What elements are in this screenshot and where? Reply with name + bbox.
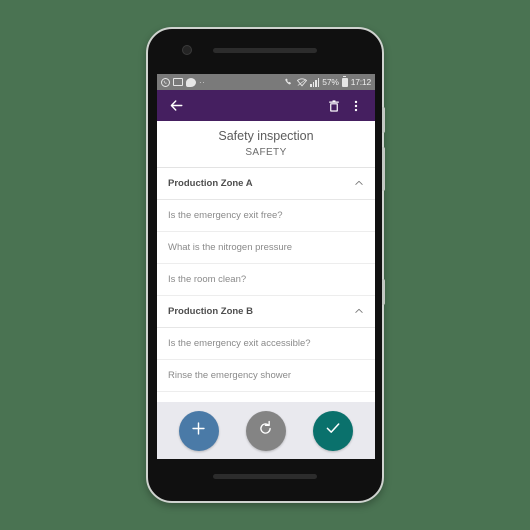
- bottom-action-bar: [157, 402, 375, 459]
- phone-device: ·· 57% 17:12 Safety inspection SAFETY Pr…: [146, 27, 385, 503]
- group-header-zone-a[interactable]: Production Zone A: [157, 167, 375, 200]
- list-item-label: Is the room clean?: [168, 273, 247, 285]
- trash-icon[interactable]: [323, 95, 345, 117]
- list-item-label: What is the nitrogen pressure: [168, 241, 293, 253]
- list-item[interactable]: Rinse the emergency shower: [157, 359, 375, 392]
- list-item[interactable]: Is the emergency exit free?: [157, 199, 375, 232]
- list-item-label: Is the emergency exit accessible?: [168, 337, 311, 349]
- group-header-zone-b[interactable]: Production Zone B: [157, 295, 375, 328]
- confirm-button[interactable]: [313, 410, 354, 451]
- front-camera: [182, 45, 192, 55]
- back-arrow-icon[interactable]: [165, 95, 187, 117]
- bottom-speaker-grille: [213, 474, 317, 479]
- list-item[interactable]: What is the nitrogen pressure: [157, 231, 375, 264]
- list-item-label: Rinse the emergency shower: [168, 369, 292, 381]
- volume-button[interactable]: [382, 147, 385, 191]
- check-icon: [324, 419, 342, 442]
- power-button[interactable]: [382, 107, 385, 133]
- page-title: Safety inspection: [218, 129, 314, 143]
- earpiece-speaker: [213, 48, 317, 53]
- add-button[interactable]: [178, 410, 219, 451]
- signal-icon: [309, 77, 320, 87]
- wifi-icon: [296, 77, 307, 87]
- battery-icon: [341, 75, 348, 87]
- refresh-button[interactable]: [245, 410, 286, 451]
- chevron-up-icon[interactable]: [353, 178, 364, 189]
- page-subtitle: SAFETY: [245, 146, 287, 158]
- photo-icon: [173, 78, 183, 86]
- status-bar-left-icons: ··: [161, 77, 206, 87]
- status-bar-right-icons: 57% 17:12: [284, 75, 371, 87]
- whatsapp-icon: [161, 77, 170, 87]
- phone-call-icon: [284, 77, 294, 87]
- phone-screen: ·· 57% 17:12 Safety inspection SAFETY Pr…: [157, 74, 375, 459]
- status-bar-clock: 17:12: [350, 77, 371, 87]
- message-icon: [186, 77, 196, 87]
- group-label: Production Zone B: [168, 305, 253, 317]
- app-bar: [157, 90, 375, 121]
- status-bar: ·· 57% 17:12: [157, 74, 375, 90]
- chevron-up-icon[interactable]: [353, 306, 364, 317]
- overflow-menu-icon[interactable]: [345, 95, 367, 117]
- list-item[interactable]: Is the room clean?: [157, 263, 375, 296]
- plus-icon: [190, 420, 207, 442]
- side-button[interactable]: [382, 279, 385, 305]
- more-dots-icon: ··: [199, 77, 206, 87]
- battery-percent: 57%: [322, 77, 339, 87]
- checklist: Production Zone A Is the emergency exit …: [157, 167, 375, 402]
- group-label: Production Zone A: [168, 177, 253, 189]
- refresh-icon: [257, 420, 274, 442]
- list-item-label: Is the emergency exit free?: [168, 209, 283, 221]
- list-item[interactable]: Is the emergency exit accessible?: [157, 327, 375, 360]
- page-title-block: Safety inspection SAFETY: [157, 121, 375, 168]
